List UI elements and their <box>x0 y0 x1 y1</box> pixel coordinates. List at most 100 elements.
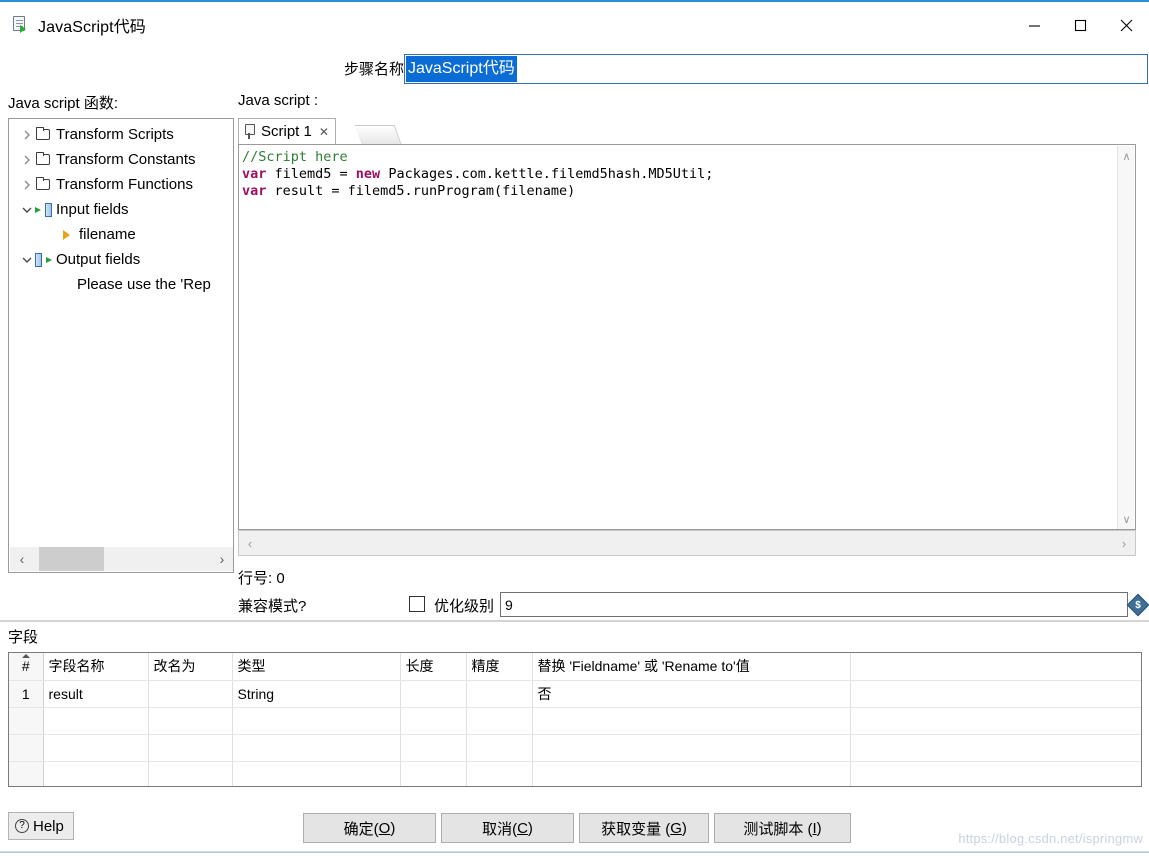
cell-type[interactable] <box>232 734 400 761</box>
tab-close-icon[interactable]: ✕ <box>319 126 329 138</box>
cell-fieldname[interactable] <box>43 734 148 761</box>
step-name-input[interactable]: JavaScript代码 <box>404 54 1148 84</box>
cell-precision[interactable] <box>466 707 532 734</box>
scroll-up-icon[interactable]: ∧ <box>1118 148 1135 165</box>
tree-item-filename[interactable]: filename <box>9 222 233 247</box>
tree-item-label: filename <box>79 226 136 243</box>
scroll-left-icon[interactable]: ‹ <box>239 531 261 555</box>
cell-precision[interactable] <box>466 761 532 787</box>
scroll-thumb[interactable] <box>39 547 104 571</box>
cell-precision[interactable] <box>466 734 532 761</box>
functions-panel-label: Java script 函数: <box>8 92 118 113</box>
optimization-level-label: 优化级别 <box>434 595 494 616</box>
cell-length[interactable] <box>400 680 466 707</box>
tree-item-transform-constants[interactable]: Transform Constants <box>9 147 233 172</box>
cell-type[interactable]: String <box>232 680 400 707</box>
tree-item-input-fields[interactable]: Input fields <box>9 197 233 222</box>
table-row[interactable] <box>9 761 1142 787</box>
tab-script-1[interactable]: Script 1 ✕ <box>238 118 336 144</box>
cell-extra[interactable] <box>850 680 1142 707</box>
sort-caret-icon <box>22 654 30 658</box>
insert-variable-icon[interactable] <box>1127 594 1149 617</box>
scroll-right-icon[interactable]: › <box>1113 531 1135 555</box>
scroll-right-icon[interactable]: › <box>210 547 234 571</box>
testscript-label-prefix: 测试脚本 ( <box>743 818 812 839</box>
cell-rename[interactable] <box>148 707 232 734</box>
cell-extra[interactable] <box>850 707 1142 734</box>
tree-item-label: Transform Constants <box>56 151 196 168</box>
cancel-button[interactable]: 取消(C) <box>441 813 574 843</box>
cancel-label-prefix: 取消( <box>482 818 517 839</box>
fields-table-container[interactable]: # 字段名称 改名为 类型 长度 精度 替换 'Fieldname' 或 'Re… <box>8 652 1142 787</box>
cell-fieldname[interactable]: result <box>43 680 148 707</box>
get-variables-button[interactable]: 获取变量 (G) <box>579 813 709 843</box>
scroll-left-icon[interactable]: ‹ <box>10 547 34 571</box>
column-header-replace[interactable]: 替换 'Fieldname' 或 'Rename to'值 <box>532 653 850 680</box>
cell-replace[interactable] <box>532 761 850 787</box>
code-text-area[interactable]: //Script here var filemd5 = new Packages… <box>238 144 1136 530</box>
chevron-down-icon[interactable] <box>19 206 34 214</box>
column-header-length[interactable]: 长度 <box>400 653 466 680</box>
column-header-extra[interactable] <box>850 653 1142 680</box>
folder-icon <box>34 129 52 140</box>
cell-index <box>9 734 43 761</box>
cell-rename[interactable] <box>148 761 232 787</box>
cell-precision[interactable] <box>466 680 532 707</box>
tree-item-output-fields[interactable]: Output fields <box>9 247 233 272</box>
window-title: JavaScript代码 <box>38 13 146 37</box>
js-functions-tree[interactable]: Transform Scripts Transform Constants Tr… <box>8 118 234 573</box>
ok-button[interactable]: 确定(O) <box>303 813 436 843</box>
tree-item-transform-functions[interactable]: Transform Functions <box>9 172 233 197</box>
cell-length[interactable] <box>400 734 466 761</box>
code-keyword-new: new <box>356 166 380 182</box>
tree-item-transform-scripts[interactable]: Transform Scripts <box>9 122 233 147</box>
column-header-precision[interactable]: 精度 <box>466 653 532 680</box>
cell-length[interactable] <box>400 761 466 787</box>
cancel-label-suffix: ) <box>528 820 533 837</box>
optimization-checkbox[interactable] <box>409 596 425 612</box>
test-script-button[interactable]: 测试脚本 (I) <box>714 813 851 843</box>
column-header-index[interactable]: # <box>9 653 43 680</box>
fields-table: # 字段名称 改名为 类型 长度 精度 替换 'Fieldname' 或 'Re… <box>9 653 1142 787</box>
cell-extra[interactable] <box>850 761 1142 787</box>
close-button[interactable] <box>1103 2 1149 48</box>
cell-fieldname[interactable] <box>43 761 148 787</box>
cell-rename[interactable] <box>148 734 232 761</box>
cell-rename[interactable] <box>148 680 232 707</box>
chevron-right-icon[interactable] <box>19 155 34 165</box>
cell-fieldname[interactable] <box>43 707 148 734</box>
cell-length[interactable] <box>400 707 466 734</box>
cell-replace[interactable] <box>532 707 850 734</box>
table-row[interactable] <box>9 707 1142 734</box>
minimize-button[interactable] <box>1011 2 1057 48</box>
folder-icon <box>34 179 52 190</box>
script-tab-icon <box>244 124 257 139</box>
code-comment: //Script here <box>242 149 348 165</box>
column-header-fieldname[interactable]: 字段名称 <box>43 653 148 680</box>
getvars-label-prefix: 获取变量 ( <box>601 818 670 839</box>
chevron-right-icon[interactable] <box>19 180 34 190</box>
chevron-down-icon[interactable] <box>19 256 34 264</box>
code-vertical-scrollbar[interactable]: ∧ ∨ <box>1117 146 1134 530</box>
table-header-row: # 字段名称 改名为 类型 长度 精度 替换 'Fieldname' 或 'Re… <box>9 653 1142 680</box>
folder-icon <box>34 154 52 165</box>
chevron-right-icon[interactable] <box>19 130 34 140</box>
cell-replace[interactable]: 否 <box>532 680 850 707</box>
tree-horizontal-scrollbar[interactable]: ‹ › <box>10 547 234 571</box>
table-row[interactable]: 1 result String 否 <box>9 680 1142 707</box>
input-fields-icon <box>34 203 52 217</box>
tree-item-label: Input fields <box>56 201 129 218</box>
cell-replace[interactable] <box>532 734 850 761</box>
scroll-track[interactable] <box>34 547 210 571</box>
scroll-down-icon[interactable]: ∨ <box>1118 511 1135 528</box>
table-row[interactable] <box>9 734 1142 761</box>
tab-filler <box>355 125 402 144</box>
maximize-button[interactable] <box>1057 2 1103 48</box>
cell-type[interactable] <box>232 707 400 734</box>
code-horizontal-scrollbar[interactable]: ‹ › <box>238 530 1136 556</box>
cell-extra[interactable] <box>850 734 1142 761</box>
optimization-level-input[interactable]: 9 <box>500 592 1128 617</box>
column-header-rename[interactable]: 改名为 <box>148 653 232 680</box>
column-header-type[interactable]: 类型 <box>232 653 400 680</box>
cell-type[interactable] <box>232 761 400 787</box>
